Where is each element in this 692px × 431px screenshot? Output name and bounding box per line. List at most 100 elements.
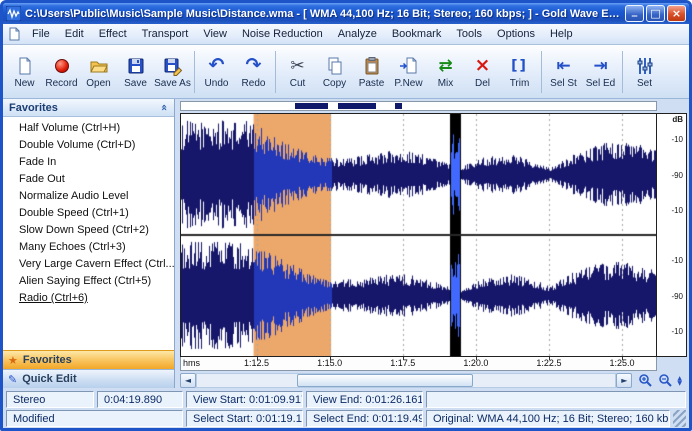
timeline-tick <box>257 357 258 360</box>
toolbar-label: Save <box>124 78 147 89</box>
waveform-canvas[interactable] <box>181 114 656 356</box>
set-sliders-icon <box>635 54 655 77</box>
timeline-tick <box>476 357 477 360</box>
timeline-unit-label: hms <box>183 358 200 368</box>
maximize-button[interactable]: □ <box>646 5 665 22</box>
favorites-star-icon: ★ <box>8 354 18 367</box>
channel-mode-status: Stereo <box>6 391 94 408</box>
resize-grip[interactable] <box>673 410 686 427</box>
paste-new-button[interactable]: P.New <box>390 47 427 96</box>
axis-unit-label: dB <box>672 115 683 124</box>
toolbar-separator <box>275 51 276 93</box>
mix-icon: ⇄ <box>438 54 452 77</box>
favorites-item-alien-saying[interactable]: Alien Saying Effect (Ctrl+5) <box>3 273 174 290</box>
toolbar-separator <box>194 51 195 93</box>
menu-tools[interactable]: Tools <box>449 26 489 42</box>
waveform-view[interactable] <box>180 113 657 357</box>
favorites-item-double-speed[interactable]: Double Speed (Ctrl+1) <box>3 205 174 222</box>
cut-button[interactable]: ✂ Cut <box>279 47 316 96</box>
save-floppy-icon <box>126 54 146 77</box>
copy-icon <box>325 54 345 77</box>
status-bar-row-1: Stereo 0:04:19.890 View Start: 0:01:09.9… <box>3 390 689 409</box>
favorites-item-cavern-effect[interactable]: Very Large Cavern Effect (Ctrl... <box>3 256 174 273</box>
open-button[interactable]: Open <box>80 47 117 96</box>
timeline-tick <box>622 357 623 360</box>
menu-view[interactable]: View <box>196 26 234 42</box>
timeline-tick <box>549 357 550 360</box>
save-as-icon <box>163 54 183 77</box>
open-folder-icon <box>89 54 109 77</box>
arrow-down-icon[interactable]: ▼ <box>677 381 682 386</box>
undo-button[interactable]: ↶ Undo <box>198 47 235 96</box>
favorites-list: Half Volume (Ctrl+H) Double Volume (Ctrl… <box>3 117 174 350</box>
collapse-icon[interactable]: « <box>158 104 171 111</box>
document-icon[interactable] <box>7 27 21 41</box>
menu-file[interactable]: File <box>25 26 57 42</box>
quick-edit-tab[interactable]: ✎ Quick Edit <box>3 369 174 388</box>
status-bar-row-2: Modified Select Start: 0:01:19.117 Selec… <box>3 409 689 428</box>
cut-scissors-icon: ✂ <box>290 54 304 77</box>
select-end-button[interactable]: ⇥ Sel Ed <box>582 47 619 96</box>
favorites-item-normalize[interactable]: Normalize Audio Level <box>3 188 174 205</box>
favorites-item-fade-out[interactable]: Fade Out <box>3 171 174 188</box>
overview-segment <box>295 103 328 109</box>
scrollbar-track[interactable] <box>196 373 616 388</box>
favorites-item-half-volume[interactable]: Half Volume (Ctrl+H) <box>3 120 174 137</box>
goldwave-window: C:\Users\Public\Music\Sample Music\Dista… <box>0 0 692 431</box>
favorites-item-many-echoes[interactable]: Many Echoes (Ctrl+3) <box>3 239 174 256</box>
paste-clipboard-icon <box>362 54 382 77</box>
toolbar-label: Copy <box>323 78 346 89</box>
favorites-item-slow-down-speed[interactable]: Slow Down Speed (Ctrl+2) <box>3 222 174 239</box>
menu-help[interactable]: Help <box>543 26 580 42</box>
toolbar-label: Del <box>475 78 490 89</box>
view-start-status: View Start: 0:01:09.917 <box>186 391 303 408</box>
quick-edit-pencil-icon: ✎ <box>8 373 17 386</box>
favorites-item-double-volume[interactable]: Double Volume (Ctrl+D) <box>3 137 174 154</box>
new-document-icon <box>15 54 35 77</box>
paste-button[interactable]: Paste <box>353 47 390 96</box>
save-as-button[interactable]: Save As <box>154 47 191 96</box>
file-position-overview[interactable] <box>180 101 657 111</box>
scrollbar-thumb[interactable] <box>297 374 473 387</box>
favorites-item-fade-in[interactable]: Fade In <box>3 154 174 171</box>
set-button[interactable]: Set <box>626 47 663 96</box>
select-start-icon: ⇤ <box>556 54 570 77</box>
menu-options[interactable]: Options <box>490 26 542 42</box>
scroll-right-arrow[interactable]: ► <box>616 373 632 388</box>
menu-effect[interactable]: Effect <box>92 26 134 42</box>
redo-button[interactable]: ↷ Redo <box>235 47 272 96</box>
select-end-status: Select End: 0:01:19.491 <box>306 410 423 427</box>
menu-transport[interactable]: Transport <box>135 26 196 42</box>
menu-bookmark[interactable]: Bookmark <box>385 26 449 42</box>
mix-button[interactable]: ⇄ Mix <box>427 47 464 96</box>
app-icon <box>6 6 21 21</box>
paste-new-icon <box>399 54 419 77</box>
favorites-panel-header[interactable]: Favorites « <box>3 99 174 117</box>
select-start-button[interactable]: ⇤ Sel St <box>545 47 582 96</box>
window-title: C:\Users\Public\Music\Sample Music\Dista… <box>25 8 621 20</box>
zoom-in-icon[interactable] <box>637 373 654 388</box>
zoom-out-icon[interactable] <box>657 373 674 388</box>
scroll-left-arrow[interactable]: ◄ <box>180 373 196 388</box>
timeline: hms 1:12.51:15.01:17.51:20.01:22.51:25.0 <box>180 357 657 371</box>
menu-edit[interactable]: Edit <box>58 26 91 42</box>
trim-button[interactable]: [] Trim <box>501 47 538 96</box>
menu-analyze[interactable]: Analyze <box>331 26 384 42</box>
vertical-zoom-arrows[interactable]: ▲▼ <box>677 376 682 386</box>
close-button[interactable]: × <box>667 5 686 22</box>
save-button[interactable]: Save <box>117 47 154 96</box>
undo-icon: ↶ <box>209 54 225 77</box>
toolbar-label: Sel Ed <box>586 78 615 89</box>
favorites-item-radio[interactable]: Radio (Ctrl+6) <box>3 290 174 307</box>
new-button[interactable]: New <box>6 47 43 96</box>
delete-button[interactable]: × Del <box>464 47 501 96</box>
toolbar-label: Open <box>86 78 110 89</box>
copy-button[interactable]: Copy <box>316 47 353 96</box>
menu-noise-reduction[interactable]: Noise Reduction <box>235 26 330 42</box>
horizontal-scrollbar[interactable]: ◄ ► ▲▼ <box>180 373 687 388</box>
titlebar[interactable]: C:\Users\Public\Music\Sample Music\Dista… <box>3 3 689 24</box>
amplitude-axis: dB -10-90-10-10-90-10 <box>657 113 687 357</box>
favorites-tab[interactable]: ★ Favorites <box>3 350 174 369</box>
minimize-button[interactable]: _ <box>625 5 644 22</box>
record-button[interactable]: Record <box>43 47 80 96</box>
